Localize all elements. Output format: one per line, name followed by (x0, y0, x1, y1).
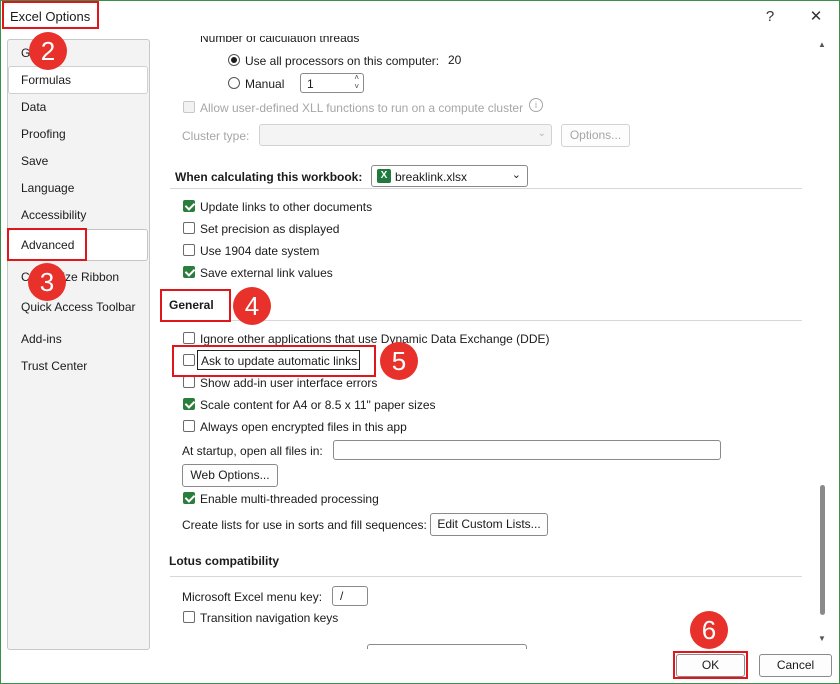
encrypted-files-checkbox[interactable] (183, 420, 195, 432)
sidebar-item-accessibility[interactable]: Accessibility (21, 208, 86, 222)
scrollbar-thumb[interactable] (820, 485, 825, 615)
precision-label: Set precision as displayed (200, 222, 340, 236)
sidebar-item-quick-access-toolbar[interactable]: Quick Access Toolbar (21, 300, 136, 314)
precision-checkbox[interactable] (183, 222, 195, 234)
ignore-dde-label: Ignore other applications that use Dynam… (200, 332, 550, 346)
scroll-up-icon[interactable]: ▲ (818, 40, 826, 49)
sidebar-item-save[interactable]: Save (21, 154, 48, 168)
web-options-button[interactable]: Web Options... (182, 464, 278, 487)
edit-custom-lists-button[interactable]: Edit Custom Lists... (430, 513, 548, 536)
workbook-select-value: breaklink.xlsx (395, 170, 468, 184)
menu-key-input[interactable]: / (332, 586, 368, 606)
cluster-type-label: Cluster type: (182, 129, 250, 143)
sidebar-item-data[interactable]: Data (21, 100, 46, 114)
manual-threads-value: 1 (307, 77, 314, 91)
annotation-box-ask-update (172, 345, 376, 377)
divider (170, 188, 802, 189)
cluster-options-button[interactable]: Options... (561, 124, 630, 147)
annotation-badge-3: 3 (28, 263, 66, 301)
cancel-button[interactable]: Cancel (759, 654, 832, 677)
transition-keys-checkbox[interactable] (183, 611, 195, 623)
processor-count-value: 20 (448, 53, 462, 67)
help-button[interactable]: ? (760, 8, 780, 25)
startup-folder-input[interactable] (333, 440, 721, 460)
update-links-checkbox[interactable] (183, 200, 195, 212)
annotation-box-advanced (7, 228, 87, 261)
save-external-links-label: Save external link values (200, 266, 333, 280)
divider (230, 320, 802, 321)
scale-content-checkbox[interactable] (183, 398, 195, 410)
annotation-box-ok (673, 651, 748, 679)
annotation-box-general (160, 289, 231, 322)
date-1904-checkbox[interactable] (183, 244, 195, 256)
sidebar-item-trust-center[interactable]: Trust Center (21, 359, 87, 373)
manual-threads-label: Manual (245, 77, 285, 91)
use-all-processors-radio[interactable] (228, 54, 240, 66)
custom-lists-label: Create lists for use in sorts and fill s… (182, 518, 427, 532)
xll-cluster-checkbox[interactable] (183, 101, 195, 113)
scale-content-label: Scale content for A4 or 8.5 x 11" paper … (200, 398, 436, 412)
workbook-heading: When calculating this workbook: (175, 170, 363, 184)
annotation-badge-4: 4 (233, 287, 271, 325)
workbook-select[interactable]: X breaklink.xlsx ⌄ (371, 165, 528, 187)
multithread-label: Enable multi-threaded processing (200, 492, 379, 506)
annotation-badge-5: 5 (380, 342, 418, 380)
ignore-dde-checkbox[interactable] (183, 332, 195, 344)
annotation-badge-2: 2 (29, 32, 67, 70)
addin-errors-label: Show add-in user interface errors (200, 376, 378, 390)
encrypted-files-label: Always open encrypted files in this app (200, 420, 407, 434)
content-scrollbar[interactable]: ▲ ▼ (817, 40, 829, 648)
menu-key-label: Microsoft Excel menu key: (182, 590, 323, 604)
partially-visible-select (367, 644, 527, 649)
lotus-heading: Lotus compatibility (169, 554, 280, 568)
info-icon: i (529, 98, 543, 112)
annotation-badge-6: 6 (690, 611, 728, 649)
manual-threads-stepper[interactable]: 1 ˄ ˅ (300, 73, 364, 93)
divider (170, 576, 802, 577)
stepper-arrows-icon[interactable]: ˄ ˅ (354, 73, 359, 91)
sidebar-item-add-ins[interactable]: Add-ins (21, 332, 62, 346)
multithread-checkbox[interactable] (183, 492, 195, 504)
use-all-processors-label: Use all processors on this computer: (245, 54, 440, 68)
chevron-down-icon: ⌄ (537, 128, 546, 139)
sidebar-item-formulas[interactable]: Formulas (21, 73, 71, 87)
excel-file-icon: X (377, 169, 391, 183)
update-links-label: Update links to other documents (200, 200, 373, 214)
save-external-links-checkbox[interactable] (183, 266, 195, 278)
annotation-box-title (2, 1, 99, 29)
chevron-down-icon: ⌄ (511, 169, 521, 181)
xll-cluster-label: Allow user-defined XLL functions to run … (200, 101, 524, 115)
addin-errors-checkbox[interactable] (183, 376, 195, 388)
sidebar-item-proofing[interactable]: Proofing (21, 127, 66, 141)
transition-keys-label: Transition navigation keys (200, 611, 339, 625)
scroll-down-icon[interactable]: ▼ (818, 634, 826, 643)
cluster-type-select[interactable]: ⌄ (259, 124, 552, 146)
category-sidebar: General Formulas Data Proofing Save Lang… (7, 39, 150, 650)
close-button[interactable]: ✕ (806, 7, 826, 25)
date-1904-label: Use 1904 date system (200, 244, 320, 258)
startup-folder-label: At startup, open all files in: (182, 444, 323, 458)
sidebar-item-language[interactable]: Language (21, 181, 74, 195)
manual-threads-radio[interactable] (228, 77, 240, 89)
